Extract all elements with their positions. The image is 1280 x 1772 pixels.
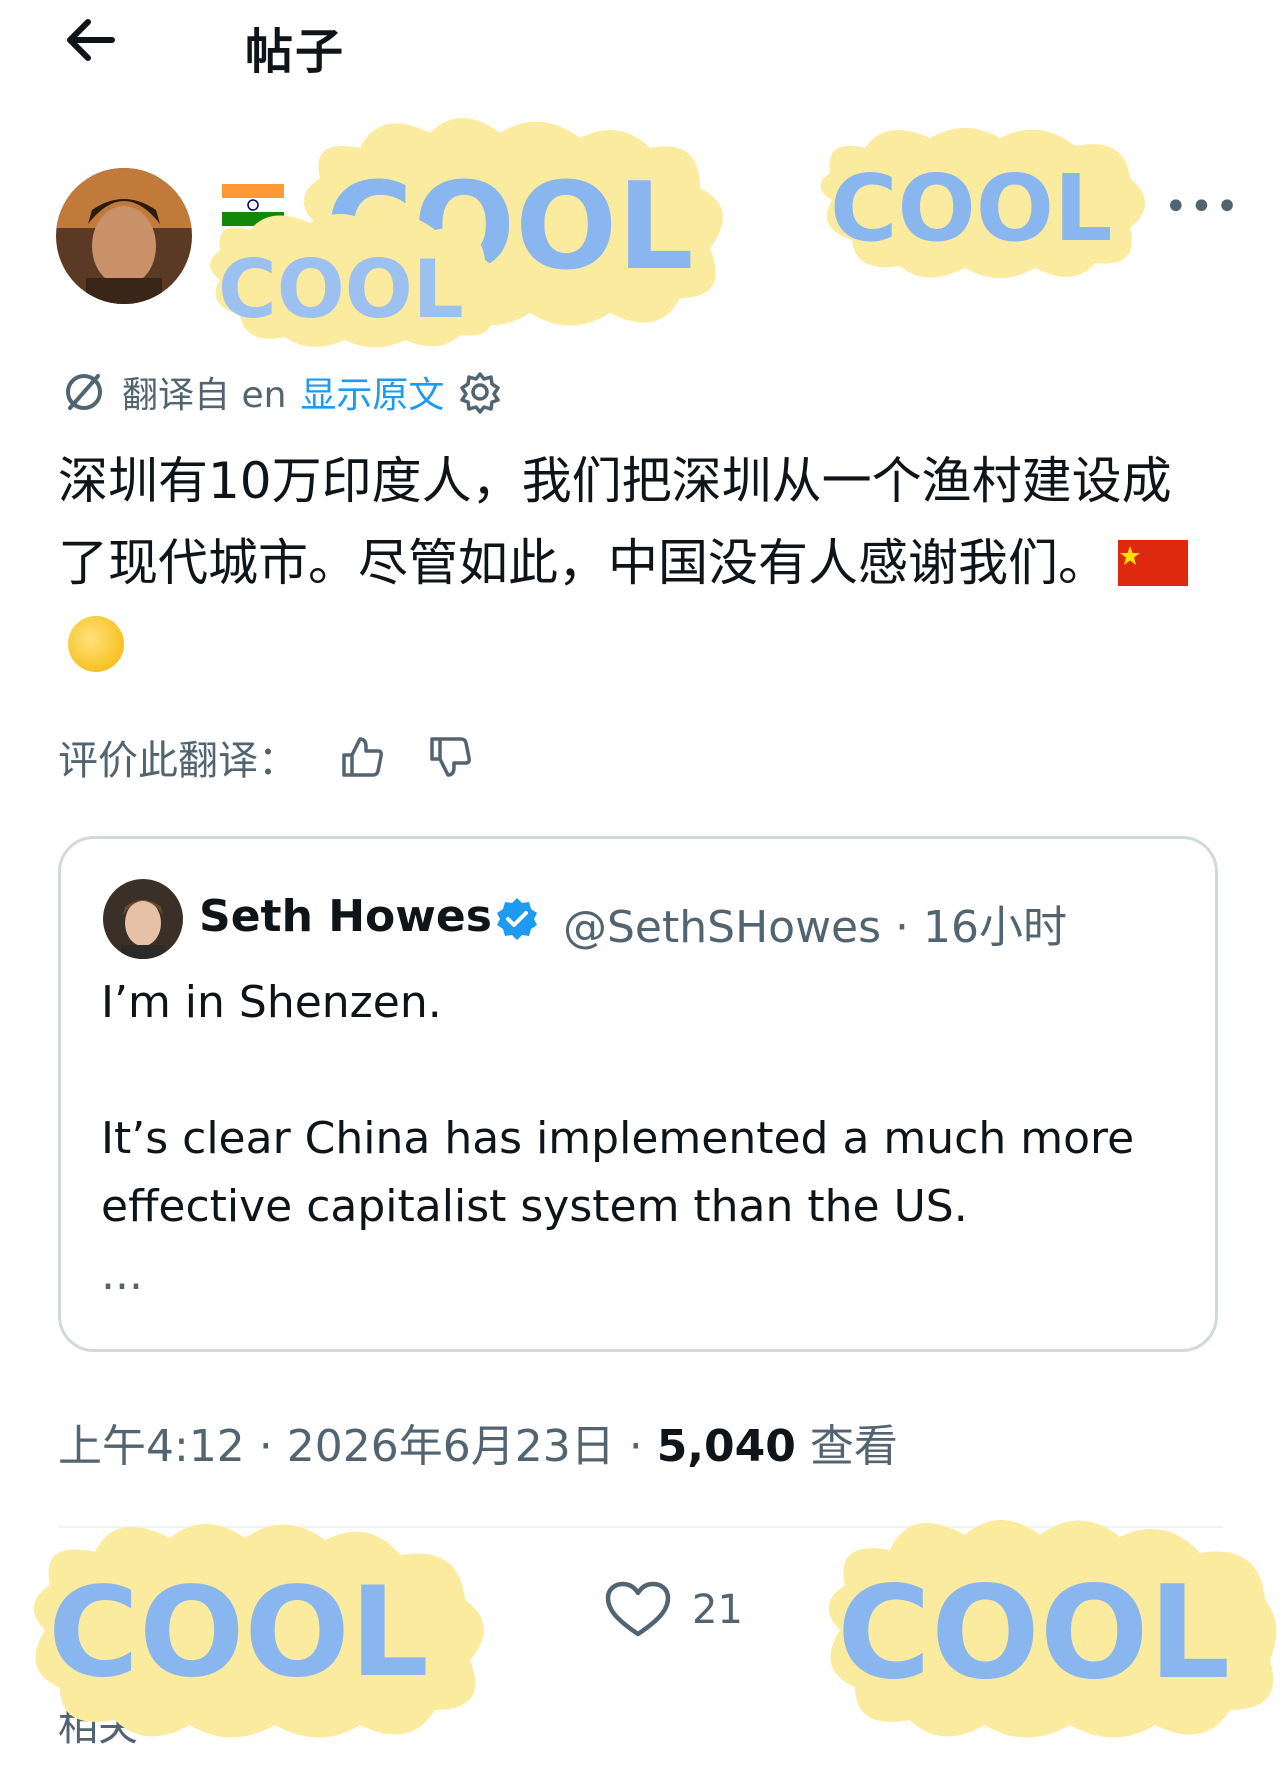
quoted-ellipsis: ... (101, 1249, 143, 1300)
gear-icon[interactable] (458, 370, 502, 414)
verified-badge-icon (497, 898, 537, 940)
post-time-date: 上午4:12 · 2026年6月23日 · (58, 1421, 657, 1472)
page-title: 帖子 (245, 24, 346, 80)
heart-icon[interactable] (604, 1580, 672, 1640)
quoted-author-avatar[interactable] (103, 879, 183, 959)
thumbs-up-icon[interactable] (338, 733, 386, 781)
views-label: 查看 (795, 1421, 898, 1472)
rate-translation-row: 评价此翻译： (58, 728, 474, 786)
quoted-line-1: I’m in Shenzen. (101, 977, 442, 1028)
quoted-line-2: It’s clear China has implemented a much … (101, 1113, 1135, 1232)
quoted-handle-time: @SethSHowes · 16小时 (563, 902, 1068, 953)
post-text: 深圳有10万印度人，我们把深圳从一个渔村建设成了现代城市。尽管如此，中国没有人感… (58, 440, 1208, 686)
quoted-author-name[interactable]: Seth Howes (199, 891, 492, 942)
cool-sticker: COOL (20, 1510, 500, 1754)
quoted-post-text: I’m in Shenzen. It’s clear China has imp… (101, 969, 1181, 1309)
quoted-post-card[interactable]: Seth Howes @SethSHowes · 16小时 I’m in She… (58, 836, 1218, 1352)
translation-bar: 翻译自 en 显示原文 (60, 364, 502, 420)
translate-icon (66, 374, 102, 410)
thumbs-up-emoji-icon (68, 616, 124, 672)
translated-from-label: 翻译自 en (122, 375, 287, 416)
cool-text: COOL (837, 1559, 1230, 1708)
like-button[interactable]: 21 (604, 1580, 743, 1640)
thumbs-down-icon[interactable] (426, 733, 474, 781)
show-original-link[interactable]: 显示原文 (300, 366, 444, 418)
like-count: 21 (692, 1587, 743, 1633)
cool-text: COOL (48, 1561, 429, 1705)
cool-text: COOL (218, 243, 464, 336)
more-options-icon[interactable]: ••• (1164, 187, 1241, 227)
post-meta: 上午4:12 · 2026年6月23日 · 5,040 查看 (58, 1410, 898, 1474)
cool-sticker: COOL (815, 1505, 1280, 1759)
back-arrow-icon[interactable] (60, 10, 120, 70)
post-body: 深圳有10万印度人，我们把深圳从一个渔村建设成了现代城市。尽管如此，中国没有人感… (58, 452, 1172, 592)
cool-text: COOL (830, 155, 1113, 262)
views-count: 5,040 (656, 1421, 796, 1472)
author-avatar[interactable] (56, 168, 192, 304)
cool-sticker: COOL (810, 118, 1160, 292)
cool-sticker: COOL (200, 205, 520, 359)
china-flag-icon (1118, 540, 1188, 586)
rate-translation-label: 评价此翻译： (58, 738, 298, 784)
